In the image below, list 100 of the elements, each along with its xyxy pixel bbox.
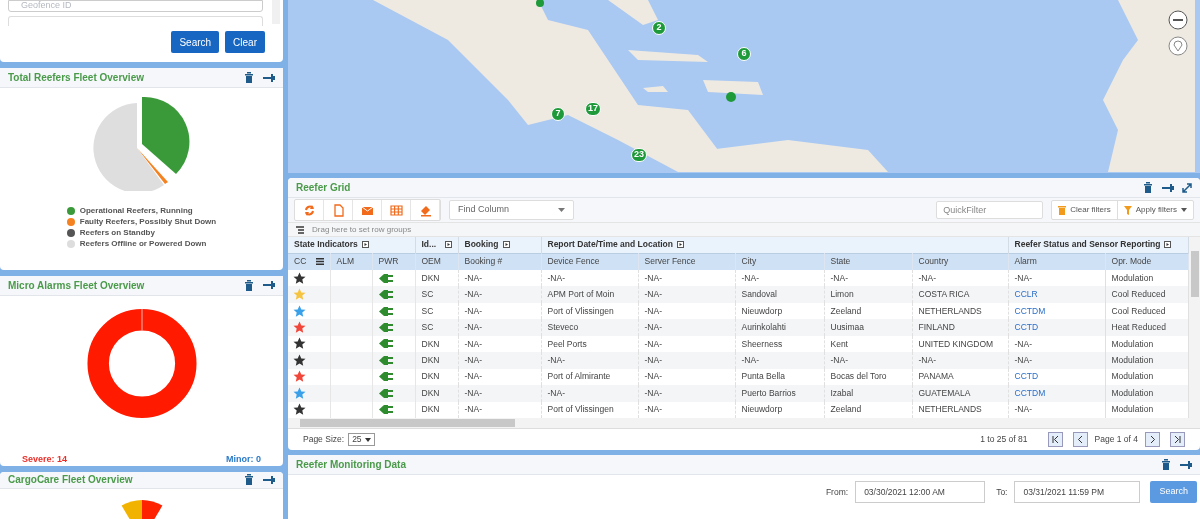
column-group-label: Booking xyxy=(464,238,499,252)
table-cell: Modulation xyxy=(1105,270,1189,287)
legend-label: Reefers on Standby xyxy=(79,227,155,238)
pin-icon[interactable] xyxy=(1180,458,1192,471)
previous-page-icon xyxy=(1076,436,1084,443)
expand-icon[interactable] xyxy=(444,241,452,249)
plug-icon xyxy=(378,272,395,284)
star-icon xyxy=(293,353,306,367)
apply-filters-button[interactable]: Apply filters xyxy=(1117,201,1193,219)
horizontal-scrollbar[interactable] xyxy=(288,418,1200,428)
table-cell: FINLAND xyxy=(912,319,1009,336)
map-cluster-marker[interactable]: 6 xyxy=(737,47,751,61)
last-page-button[interactable] xyxy=(1170,432,1185,447)
page-size-select[interactable]: 25 xyxy=(348,433,375,446)
expand-icon[interactable] xyxy=(677,241,684,249)
alarm-link[interactable]: CCLR xyxy=(1008,286,1106,303)
caret-icon xyxy=(1181,208,1187,212)
filter-icon xyxy=(1123,205,1132,215)
table-cell: DKN xyxy=(415,385,458,402)
plug-icon xyxy=(378,387,395,399)
star-icon xyxy=(293,403,306,417)
panel-title: Total Reefers Fleet Overview xyxy=(8,71,145,85)
scrollbar-thumb[interactable] xyxy=(1190,251,1199,297)
caret-icon xyxy=(364,437,371,442)
table-cell: -NA- xyxy=(638,352,735,369)
pin-icon[interactable] xyxy=(263,473,275,486)
plug-icon xyxy=(378,371,395,383)
star-icon xyxy=(293,271,306,285)
text-field[interactable] xyxy=(8,16,263,26)
search-panel-button[interactable]: Clear xyxy=(225,31,265,53)
delete-icon[interactable] xyxy=(243,278,255,292)
plug-icon xyxy=(378,354,395,366)
table-cell: Sandoval xyxy=(735,286,824,303)
severe-count: Severe: 14 xyxy=(22,452,68,466)
plug-icon xyxy=(378,305,395,317)
expand-icon[interactable] xyxy=(1182,182,1192,193)
delete-icon[interactable] xyxy=(1160,458,1172,471)
table-cell: Puerto Barrios xyxy=(735,385,824,402)
delete-icon[interactable] xyxy=(243,473,255,487)
next-page-button[interactable] xyxy=(1145,432,1160,447)
alarm-link[interactable]: CCTDM xyxy=(1008,385,1106,402)
pin-icon[interactable] xyxy=(263,71,275,84)
to-date-field[interactable]: 03/31/2021 11:59 PM xyxy=(1014,481,1141,503)
expand-icon[interactable] xyxy=(502,241,510,249)
page-indicator: Page 1 of 4 xyxy=(1094,433,1138,446)
plug-icon xyxy=(378,289,395,301)
table-cell: SC xyxy=(415,286,458,303)
table-cell: -NA- xyxy=(458,286,541,303)
menu-icon[interactable] xyxy=(315,258,324,266)
from-date-field[interactable]: 03/30/2021 12:00 AM xyxy=(855,481,986,503)
table-cell: Uusimaa xyxy=(824,319,912,336)
quick-filter-field[interactable]: QuickFilter xyxy=(936,201,1044,219)
table-cell: DKN xyxy=(415,352,458,369)
plug-icon xyxy=(378,338,395,350)
zoom-out-icon[interactable] xyxy=(1168,10,1188,30)
table-cell: -NA- xyxy=(458,319,541,336)
panel-title: Reefer Monitoring Data xyxy=(296,458,407,472)
find-column-dropdown[interactable]: Find Column xyxy=(449,200,574,220)
table-cell: -NA- xyxy=(458,385,541,402)
caret-icon xyxy=(558,208,565,212)
search-panel-button[interactable]: Search xyxy=(171,31,220,53)
pin-icon[interactable] xyxy=(263,279,275,292)
table-cell: -NA- xyxy=(638,319,735,336)
legend-label: Reefers Offline or Powered Down xyxy=(79,238,207,249)
plug-icon xyxy=(378,322,395,334)
expand-icon[interactable] xyxy=(361,241,369,249)
map-cluster-marker[interactable]: 23 xyxy=(631,148,647,162)
row-group-hint: Drag here to set row groups xyxy=(312,223,412,236)
delete-icon[interactable] xyxy=(243,71,255,84)
previous-page-button[interactable] xyxy=(1072,432,1088,447)
pin-icon[interactable] xyxy=(1162,181,1174,194)
table-cell: Izabal xyxy=(824,385,912,402)
expand-icon[interactable] xyxy=(1164,241,1172,249)
star-icon xyxy=(293,321,306,335)
grid-icon xyxy=(389,203,403,217)
next-page-icon xyxy=(1149,436,1156,443)
first-page-button[interactable] xyxy=(1047,432,1063,447)
delete-icon[interactable] xyxy=(1142,181,1154,194)
legend-label: Faulty Reefers, Possibly Shut Down xyxy=(79,216,217,227)
star-icon xyxy=(293,288,306,302)
group-icon xyxy=(296,225,304,234)
eraser-icon xyxy=(418,203,432,217)
panel-title: Micro Alarms Fleet Overview xyxy=(8,278,146,293)
page-size-label: Page Size: xyxy=(303,433,345,446)
clear-filters-button[interactable]: Clear filters xyxy=(1052,201,1118,219)
star-icon xyxy=(293,337,306,351)
table-cell: Cool Reduced xyxy=(1105,286,1189,303)
table-cell: SC xyxy=(415,319,458,336)
table-cell: -NA- xyxy=(824,352,912,369)
minor-count: Minor: 0 xyxy=(226,452,261,466)
table-cell: Aurinkolahti xyxy=(735,319,824,336)
geofence-id-field[interactable]: Geofence ID xyxy=(8,0,263,12)
alarm-link[interactable]: CCTD xyxy=(1008,319,1106,336)
table-cell: -NA- xyxy=(638,385,735,402)
location-icon[interactable] xyxy=(1168,36,1188,56)
table-cell: Steveco xyxy=(541,319,638,336)
to-label: To: xyxy=(996,485,1008,499)
scrollbar-thumb[interactable] xyxy=(300,419,515,427)
map-cluster-marker[interactable]: 2 xyxy=(652,21,666,35)
column-group-label: Report Date/Time and Location xyxy=(547,238,673,252)
